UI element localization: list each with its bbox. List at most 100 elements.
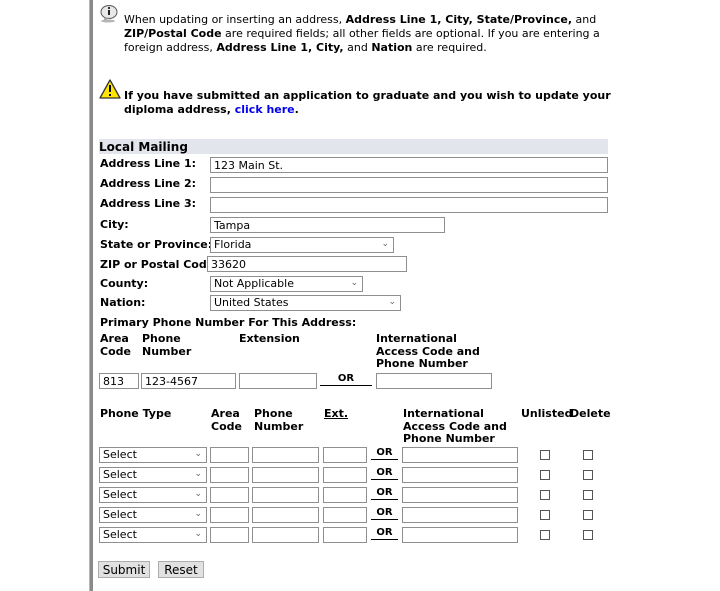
phone-type-value: Select [103, 488, 137, 501]
county-select[interactable]: Not Applicable ⌄ [210, 276, 363, 292]
delete-checkbox[interactable] [583, 450, 593, 460]
submit-button[interactable]: Submit [98, 561, 150, 578]
address-line3-label: Address Line 3: [100, 197, 197, 210]
nation-select-value: United States [214, 296, 289, 309]
phone-number-input[interactable] [252, 447, 319, 463]
phone-type-value: Select [103, 528, 137, 541]
county-label: County: [100, 277, 149, 290]
phone-type-header: Phone Type [100, 407, 172, 420]
unlisted-checkbox[interactable] [540, 490, 550, 500]
warning-triangle-icon [99, 79, 121, 99]
phone-type-value: Select [103, 508, 137, 521]
unlisted-checkbox[interactable] [540, 510, 550, 520]
primary-intl-input[interactable] [376, 373, 492, 389]
phone-type-select[interactable]: Select ⌄ [99, 507, 207, 523]
notice-text: are required. [412, 41, 487, 54]
ext-input[interactable] [323, 507, 367, 523]
intl-phone-input[interactable] [402, 527, 518, 543]
phone-type-select[interactable]: Select ⌄ [99, 527, 207, 543]
area-code-input[interactable] [210, 447, 249, 463]
unlisted-header: Unlisted [521, 407, 573, 420]
delete-checkbox[interactable] [583, 490, 593, 500]
unlisted-checkbox[interactable] [540, 470, 550, 480]
county-select-value: Not Applicable [214, 277, 294, 290]
intl-phone-input[interactable] [402, 467, 518, 483]
graduation-notice: If you have submitted an application to … [124, 89, 624, 117]
area-code-input[interactable] [210, 487, 249, 503]
intl-phone-input[interactable] [402, 487, 518, 503]
phone-number-input[interactable] [252, 527, 319, 543]
notice-required-field-text: Address Line 1, City, State/Province, [345, 13, 573, 26]
page-left-border [89, 0, 93, 591]
city-input[interactable] [210, 217, 445, 233]
state-select[interactable]: Florida ⌄ [210, 237, 394, 253]
chevron-down-icon: ⌄ [381, 239, 389, 249]
address-line2-label: Address Line 2: [100, 177, 197, 190]
phone-type-select[interactable]: Select ⌄ [99, 467, 207, 483]
delete-header: Delete [570, 407, 611, 420]
address-line3-input[interactable] [210, 197, 608, 213]
area-code-input[interactable] [210, 467, 249, 483]
area-code-input[interactable] [210, 507, 249, 523]
nation-label: Nation: [100, 296, 146, 309]
phone-type-select[interactable]: Select ⌄ [99, 447, 207, 463]
delete-checkbox[interactable] [583, 530, 593, 540]
chevron-down-icon: ⌄ [194, 509, 202, 519]
phone-number-header: Phone Number [254, 407, 304, 433]
reset-button[interactable]: Reset [158, 561, 204, 578]
city-label: City: [100, 218, 129, 231]
primary-area-code-header: Area Code [100, 332, 131, 358]
phone-number-input[interactable] [252, 467, 319, 483]
or-separator: OR [371, 507, 398, 520]
notice-required-field-text: Nation [371, 41, 413, 54]
primary-area-code-input[interactable] [99, 373, 139, 389]
primary-extension-header: Extension [239, 332, 300, 345]
delete-checkbox[interactable] [583, 510, 593, 520]
notice-text: and [343, 41, 372, 54]
phone-type-select[interactable]: Select ⌄ [99, 487, 207, 503]
ext-input[interactable] [323, 467, 367, 483]
primary-extension-input[interactable] [239, 373, 317, 389]
ext-header: Ext. [324, 407, 349, 420]
section-title-local-mailing: Local Mailing [99, 139, 608, 154]
primary-phone-number-header: Phone Number [142, 332, 192, 358]
or-separator: OR [371, 447, 398, 460]
unlisted-checkbox[interactable] [540, 450, 550, 460]
notice-required-field-text: ZIP/Postal Code [124, 27, 222, 40]
intl-phone-input[interactable] [402, 447, 518, 463]
phone-type-value: Select [103, 448, 137, 461]
chevron-down-icon: ⌄ [350, 278, 358, 288]
state-label: State or Province: [100, 238, 213, 251]
notice-required-field-text: Address Line 1, City, [216, 41, 344, 54]
state-select-value: Florida [214, 238, 252, 251]
chevron-down-icon: ⌄ [194, 469, 202, 479]
ext-input[interactable] [323, 447, 367, 463]
primary-phone-number-input[interactable] [141, 373, 236, 389]
graduation-notice-period: . [294, 103, 299, 116]
intl-header: International Access Code and Phone Numb… [403, 407, 507, 445]
area-code-header: Area Code [211, 407, 242, 433]
diploma-address-link[interactable]: click here [235, 103, 295, 116]
nation-select[interactable]: United States ⌄ [210, 295, 401, 311]
phone-number-input[interactable] [252, 487, 319, 503]
phone-number-input[interactable] [252, 507, 319, 523]
phone-type-value: Select [103, 468, 137, 481]
notice-text: When updating or inserting an address, [124, 13, 346, 26]
chevron-down-icon: ⌄ [194, 449, 202, 459]
chevron-down-icon: ⌄ [194, 529, 202, 539]
or-separator: OR [371, 467, 398, 480]
ext-input[interactable] [323, 527, 367, 543]
intl-phone-input[interactable] [402, 507, 518, 523]
zip-input[interactable] [207, 256, 407, 272]
delete-checkbox[interactable] [583, 470, 593, 480]
zip-label: ZIP or Postal Code: [100, 258, 219, 271]
address-line1-label: Address Line 1: [100, 157, 197, 170]
notice-text: and [572, 13, 597, 26]
chevron-down-icon: ⌄ [194, 489, 202, 499]
area-code-input[interactable] [210, 527, 249, 543]
address-line2-input[interactable] [210, 177, 608, 193]
chevron-down-icon: ⌄ [388, 297, 396, 307]
ext-input[interactable] [323, 487, 367, 503]
address-line1-input[interactable] [210, 157, 608, 173]
unlisted-checkbox[interactable] [540, 530, 550, 540]
